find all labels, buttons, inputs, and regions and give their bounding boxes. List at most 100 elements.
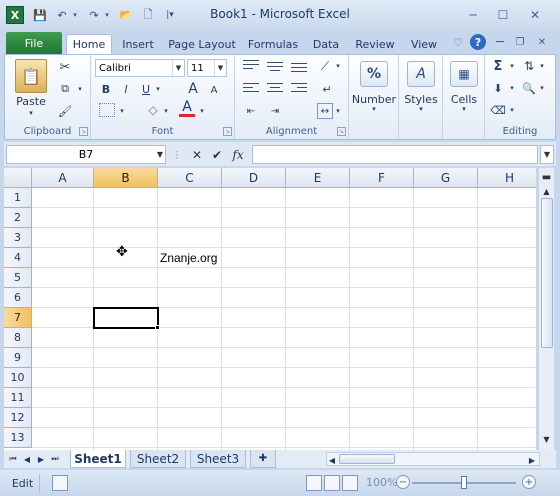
- row-header-11[interactable]: 11: [4, 388, 32, 408]
- font-size-dropdown-icon[interactable]: ▼: [214, 60, 226, 76]
- decrease-indent-icon[interactable]: ⇤: [243, 105, 259, 117]
- scroll-down-icon[interactable]: ▼: [540, 432, 553, 446]
- insert-function-icon[interactable]: fx: [230, 147, 246, 163]
- row-header-5[interactable]: 5: [4, 268, 32, 288]
- fill-icon[interactable]: ⬇: [491, 80, 505, 96]
- vertical-scroll-thumb[interactable]: [541, 198, 553, 348]
- clear-dropdown-icon[interactable]: ▾: [507, 102, 517, 118]
- font-name-dropdown-icon[interactable]: ▼: [172, 60, 184, 76]
- last-sheet-icon[interactable]: ⏭: [50, 452, 60, 466]
- align-bottom-icon[interactable]: [291, 60, 307, 72]
- horizontal-scrollbar[interactable]: ◀ ▶: [326, 452, 540, 466]
- cut-icon[interactable]: ✂: [57, 59, 73, 75]
- align-center-icon[interactable]: [267, 83, 283, 95]
- ribbon-heart-icon[interactable]: ♡: [450, 34, 466, 50]
- cancel-entry-icon[interactable]: ✕: [190, 147, 204, 163]
- normal-view-icon[interactable]: [306, 475, 322, 491]
- page-break-view-icon[interactable]: [342, 475, 358, 491]
- vertical-scrollbar[interactable]: ▬ ▲ ▼: [538, 168, 554, 450]
- borders-icon[interactable]: [99, 103, 115, 117]
- row-header-8[interactable]: 8: [4, 328, 32, 348]
- align-left-icon[interactable]: [243, 83, 259, 95]
- zoom-level[interactable]: 100%: [366, 476, 397, 489]
- paste-dropdown-icon[interactable]: ▾: [25, 109, 37, 117]
- column-header-b[interactable]: B: [94, 168, 158, 188]
- font-color-icon[interactable]: A: [179, 99, 195, 117]
- cells-dropdown-icon[interactable]: ▾: [458, 105, 470, 113]
- ribbon-close-icon[interactable]: ✕: [534, 34, 550, 50]
- help-icon[interactable]: ?: [470, 34, 486, 50]
- tab-file[interactable]: File: [6, 32, 62, 54]
- previous-sheet-icon[interactable]: ◀: [22, 452, 32, 466]
- copy-dropdown-icon[interactable]: ▾: [75, 81, 85, 97]
- column-header-e[interactable]: E: [286, 168, 350, 188]
- row-header-13[interactable]: 13: [4, 428, 32, 448]
- ribbon-minimize-icon[interactable]: ─: [492, 34, 508, 50]
- next-sheet-icon[interactable]: ▶: [36, 452, 46, 466]
- sort-dropdown-icon[interactable]: ▾: [537, 58, 547, 74]
- page-layout-view-icon[interactable]: [324, 475, 340, 491]
- styles-dropdown-icon[interactable]: ▾: [415, 105, 427, 113]
- name-box-dropdown-icon[interactable]: ▼: [157, 150, 163, 159]
- row-header-1[interactable]: 1: [4, 188, 32, 208]
- italic-button[interactable]: I: [119, 81, 133, 97]
- number-dropdown-icon[interactable]: ▾: [368, 105, 380, 113]
- tab-page-layout[interactable]: Page Layout: [164, 34, 240, 54]
- column-header-f[interactable]: F: [350, 168, 414, 188]
- font-size-combo[interactable]: 11 ▼: [187, 59, 227, 77]
- wrap-text-icon[interactable]: ↵: [319, 81, 335, 97]
- split-box-icon[interactable]: ▬: [540, 170, 553, 184]
- row-header-4[interactable]: 4: [4, 248, 32, 268]
- underline-button[interactable]: U: [139, 81, 153, 97]
- expand-formula-bar-icon[interactable]: ▼: [540, 145, 554, 164]
- cells-icon[interactable]: ▦: [450, 61, 478, 87]
- paste-label[interactable]: Paste: [11, 95, 51, 108]
- row-header-12[interactable]: 12: [4, 408, 32, 428]
- horizontal-scroll-thumb[interactable]: [339, 454, 395, 464]
- tab-formulas[interactable]: Formulas: [244, 34, 302, 54]
- active-cell-b7[interactable]: [93, 307, 159, 329]
- copy-icon[interactable]: ⧉: [55, 81, 75, 97]
- alignment-launcher-icon[interactable]: ↘: [337, 127, 346, 136]
- merge-dropdown-icon[interactable]: ▾: [333, 103, 343, 119]
- sort-filter-icon[interactable]: ⇅: [521, 58, 537, 74]
- fill-dropdown-icon[interactable]: ▾: [507, 80, 517, 96]
- macro-record-icon[interactable]: [52, 475, 68, 491]
- select-all-button[interactable]: [4, 168, 32, 188]
- fill-color-icon[interactable]: ◇: [145, 101, 161, 119]
- scroll-right-icon[interactable]: ▶: [527, 453, 537, 467]
- font-color-dropdown-icon[interactable]: ▾: [197, 103, 207, 119]
- tab-view[interactable]: View: [404, 34, 444, 54]
- paste-icon[interactable]: 📋: [15, 59, 47, 93]
- zoom-out-icon[interactable]: −: [396, 475, 410, 489]
- column-header-d[interactable]: D: [222, 168, 286, 188]
- find-select-icon[interactable]: 🔍: [521, 80, 537, 96]
- row-header-2[interactable]: 2: [4, 208, 32, 228]
- merge-center-icon[interactable]: ↔: [317, 103, 333, 119]
- align-middle-icon[interactable]: [267, 60, 283, 72]
- decrease-font-icon[interactable]: A: [207, 83, 221, 97]
- minimize-icon[interactable]: ─: [462, 6, 484, 24]
- autosum-dropdown-icon[interactable]: ▾: [507, 58, 517, 74]
- sheet-tab-sheet2[interactable]: Sheet2: [130, 450, 186, 468]
- formula-input[interactable]: [252, 145, 538, 164]
- close-icon[interactable]: ✕: [524, 6, 546, 24]
- fill-handle[interactable]: [155, 325, 160, 330]
- zoom-slider-knob[interactable]: [461, 476, 467, 489]
- column-header-a[interactable]: A: [32, 168, 94, 188]
- cell-c4[interactable]: Znanje.org: [160, 251, 217, 265]
- maximize-icon[interactable]: ☐: [492, 6, 514, 24]
- align-top-icon[interactable]: [243, 60, 259, 72]
- insert-sheet-icon[interactable]: ✚: [250, 450, 276, 468]
- tab-review[interactable]: Review: [350, 34, 400, 54]
- row-header-9[interactable]: 9: [4, 348, 32, 368]
- sheet-tab-sheet1[interactable]: Sheet1: [70, 450, 126, 468]
- row-header-3[interactable]: 3: [4, 228, 32, 248]
- tab-home[interactable]: Home: [66, 34, 112, 54]
- zoom-in-icon[interactable]: +: [522, 475, 536, 489]
- row-header-10[interactable]: 10: [4, 368, 32, 388]
- increase-font-icon[interactable]: A: [185, 81, 201, 97]
- tab-insert[interactable]: Insert: [116, 34, 160, 54]
- ribbon-restore-icon[interactable]: ❐: [512, 34, 528, 50]
- autosum-icon[interactable]: Σ: [491, 58, 505, 74]
